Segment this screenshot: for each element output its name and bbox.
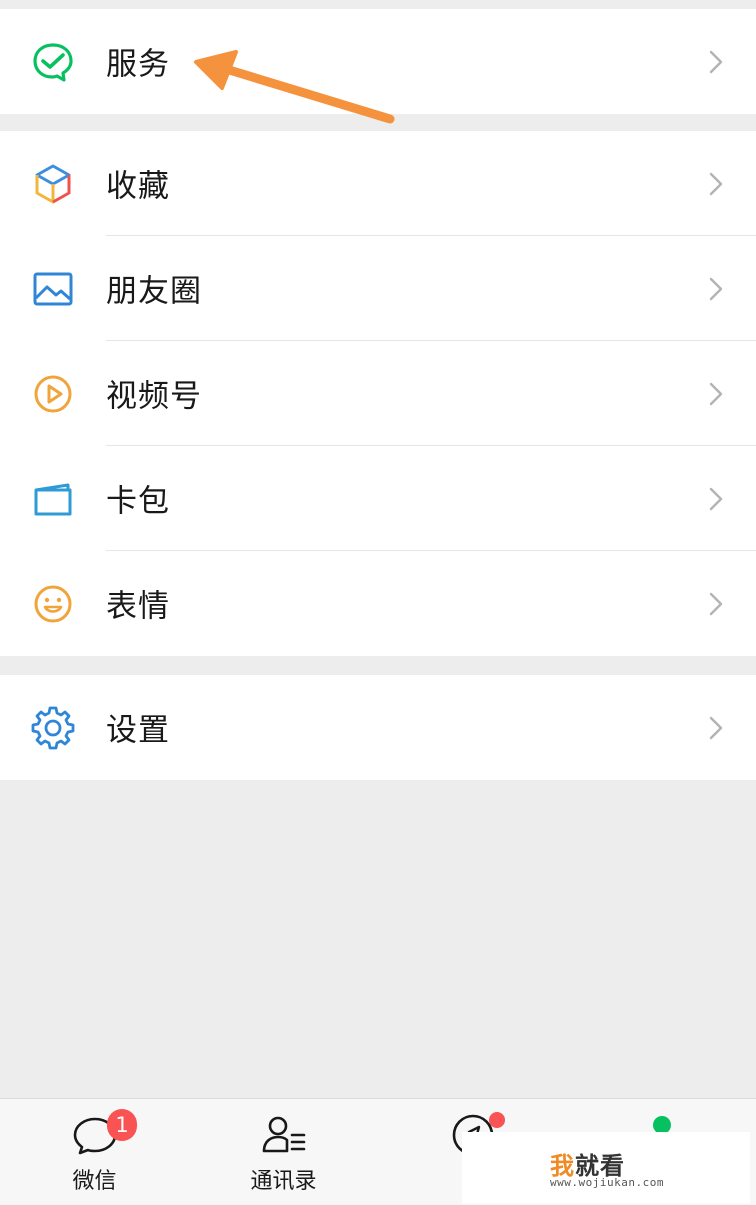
tab-contacts[interactable]: 通讯录: [189, 1099, 378, 1205]
chevron-right-icon: [704, 484, 728, 514]
menu-item-settings[interactable]: 设置: [0, 675, 756, 780]
tab-label: 微信: [72, 1169, 117, 1194]
menu-item-label: 卡包: [106, 483, 170, 520]
menu-item-service[interactable]: 服务: [0, 9, 756, 114]
contacts-icon: [260, 1111, 308, 1159]
menu-item-label: 收藏: [106, 168, 170, 205]
menu-item-label: 设置: [106, 712, 170, 749]
chevron-right-icon: [704, 713, 728, 743]
menu-item-label: 服务: [106, 46, 170, 83]
menu-item-stickers[interactable]: 表情: [0, 551, 756, 656]
chevron-right-icon: [704, 47, 728, 77]
service-icon: [28, 37, 78, 87]
menu-item-label: 视频号: [106, 378, 202, 415]
chevron-right-icon: [704, 169, 728, 199]
menu-item-favorites[interactable]: 收藏: [0, 131, 756, 236]
menu-group-settings: 设置: [0, 675, 756, 780]
menu-item-channels[interactable]: 视频号: [0, 341, 756, 446]
favorites-icon: [28, 159, 78, 209]
watermark: 我就看 www.wojiukan.com: [462, 1132, 750, 1204]
tab-label: 通讯录: [250, 1169, 317, 1194]
unread-badge: 1: [107, 1109, 137, 1141]
tab-chats[interactable]: 1 微信: [0, 1099, 189, 1205]
moments-icon: [28, 264, 78, 314]
stickers-icon: [28, 579, 78, 629]
settings-icon: [28, 703, 78, 753]
menu-item-label: 朋友圈: [106, 273, 202, 310]
chevron-right-icon: [704, 379, 728, 409]
menu-item-label: 表情: [106, 588, 170, 625]
menu-item-cards[interactable]: 卡包: [0, 446, 756, 551]
channels-icon: [28, 369, 78, 419]
menu-item-moments[interactable]: 朋友圈: [0, 236, 756, 341]
menu-group-service: 服务: [0, 9, 756, 114]
cards-icon: [28, 474, 78, 524]
menu-group-main: 收藏 朋友圈 视频号 卡包 表情: [0, 131, 756, 656]
chevron-right-icon: [704, 589, 728, 619]
chevron-right-icon: [704, 274, 728, 304]
watermark-url: www.wojiukan.com: [550, 1176, 664, 1189]
discover-dot: [489, 1112, 505, 1128]
